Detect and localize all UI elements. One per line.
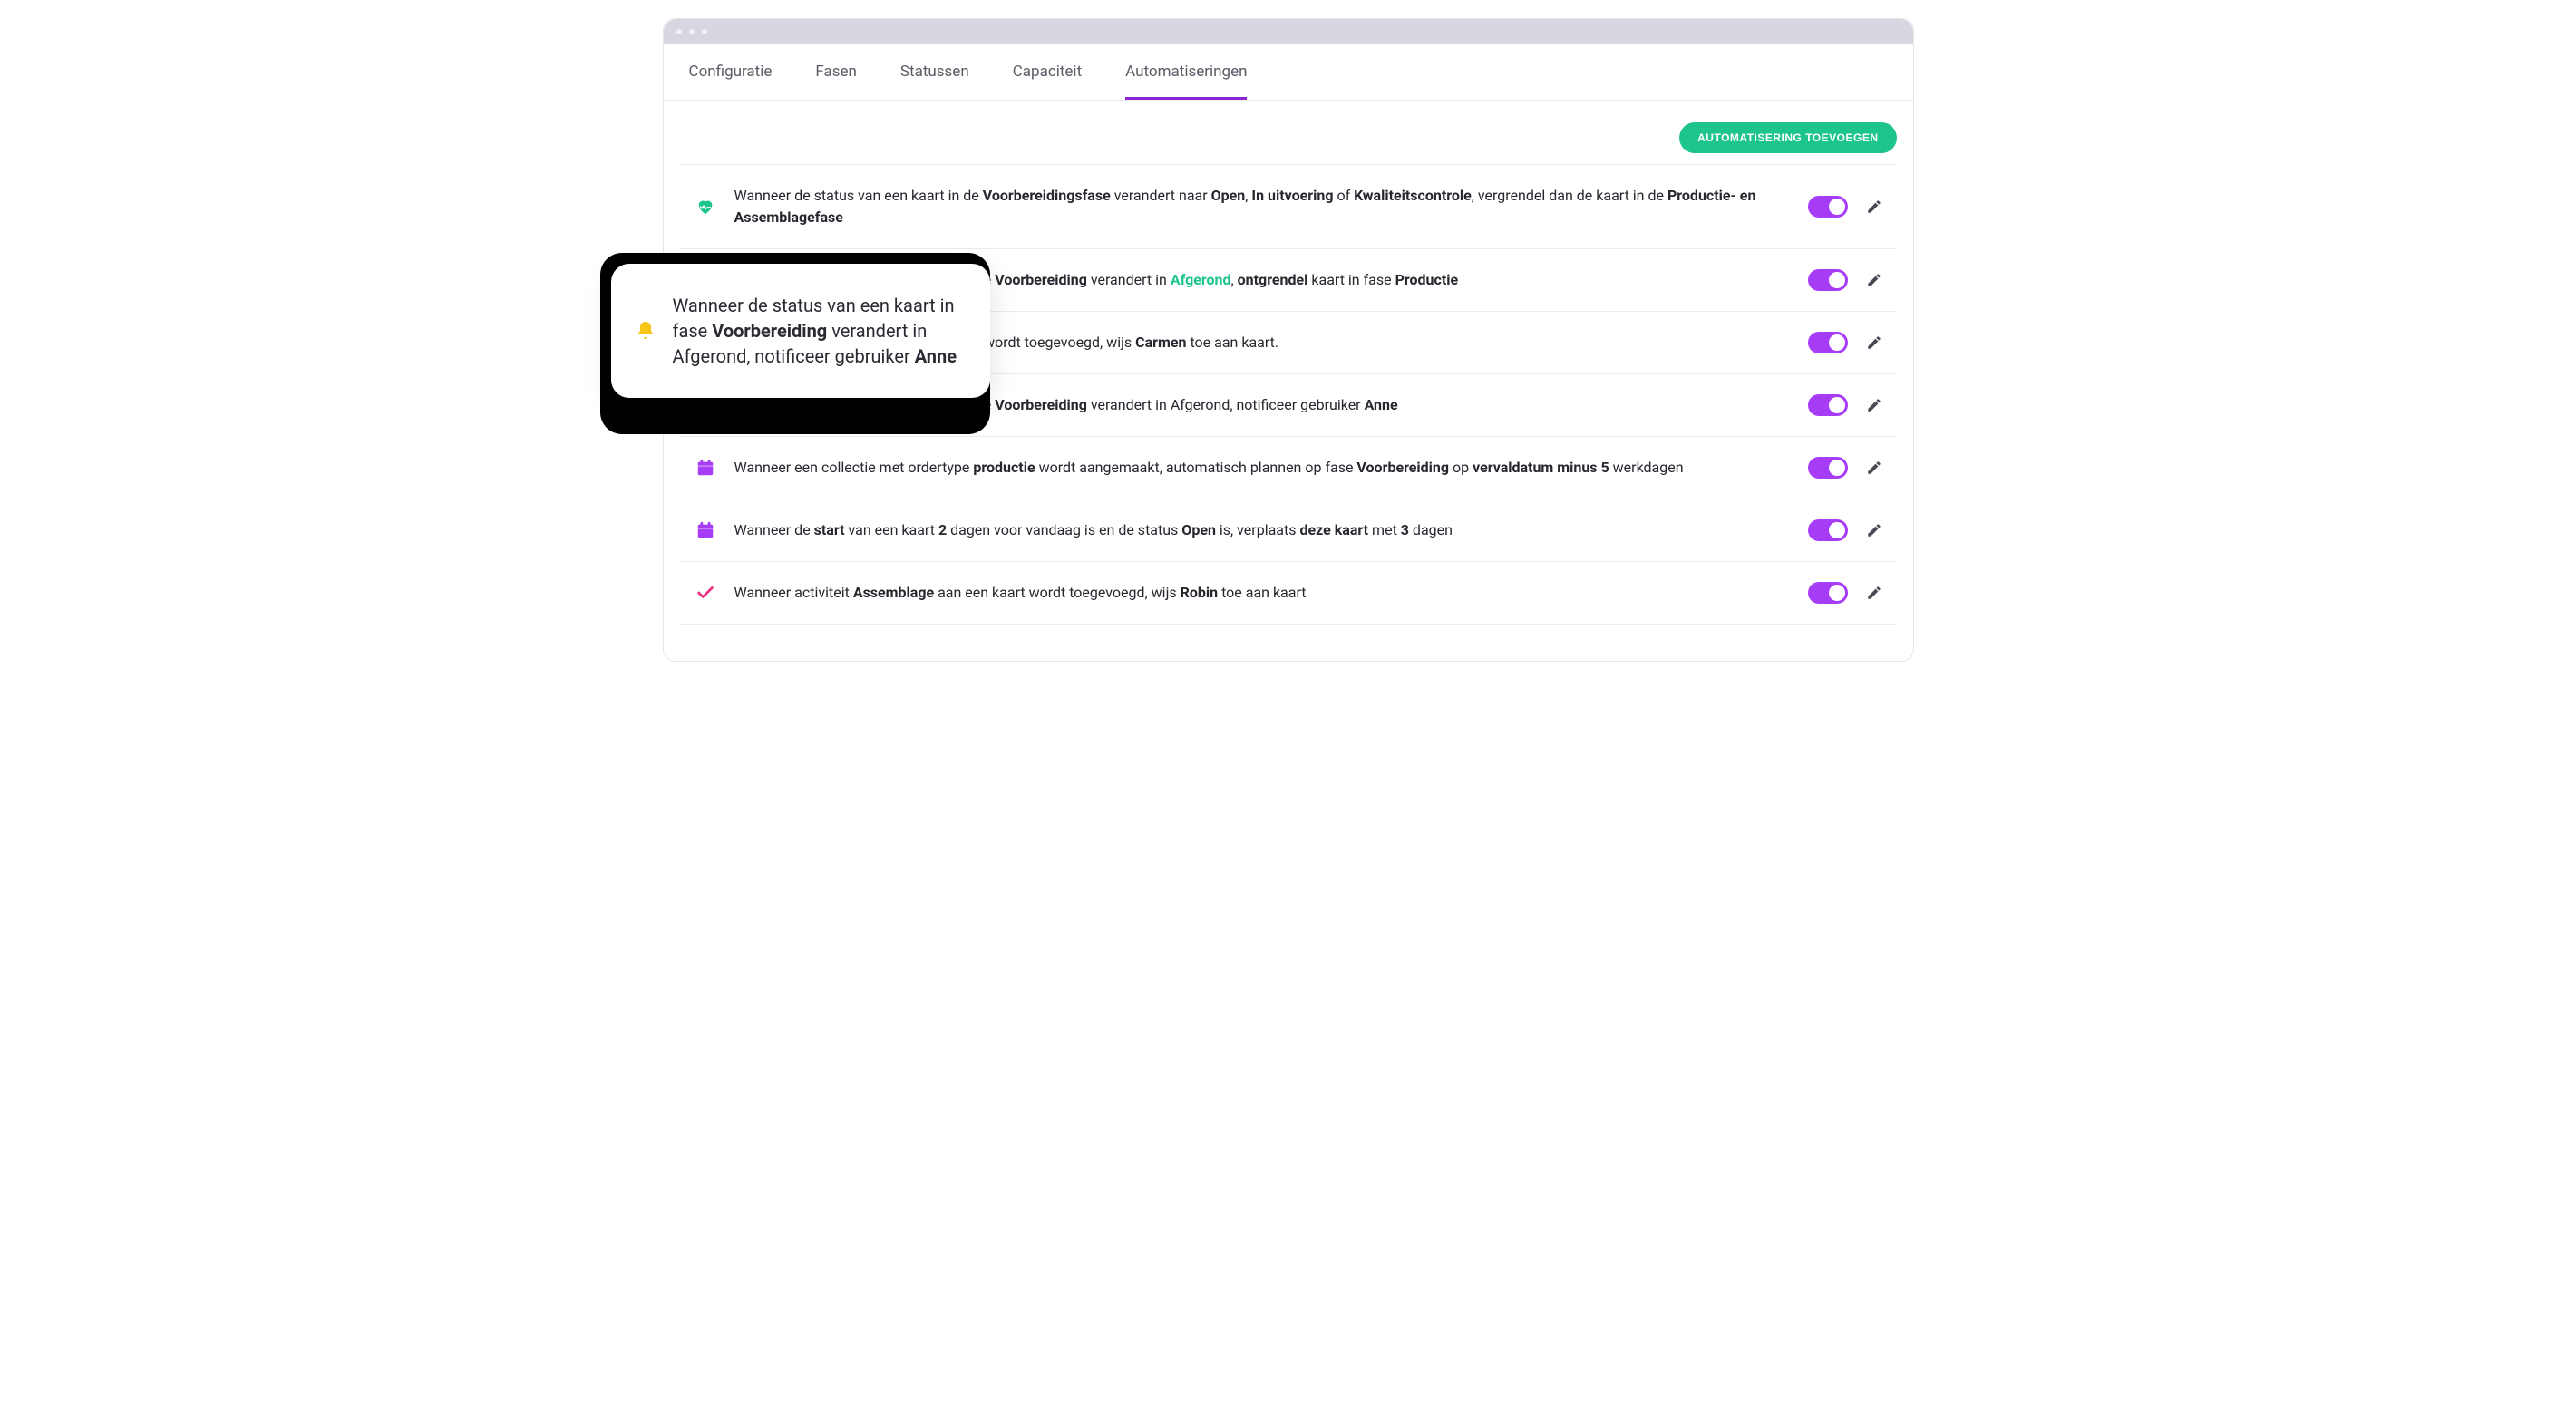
text-segment: Carmen bbox=[1135, 334, 1186, 351]
rule-description: Wanneer een collectie met ordertype prod… bbox=[734, 457, 1790, 479]
pencil-icon[interactable] bbox=[1866, 199, 1882, 215]
text-segment: Anne bbox=[915, 345, 957, 367]
pencil-icon[interactable] bbox=[1866, 522, 1882, 538]
text-segment: vervaldatum minus 5 bbox=[1473, 459, 1609, 476]
rule-enabled-toggle[interactable] bbox=[1808, 196, 1848, 218]
check-icon bbox=[695, 583, 716, 603]
text-segment: Anne bbox=[1365, 396, 1398, 413]
text-segment: of bbox=[1333, 187, 1354, 204]
traffic-dot bbox=[702, 29, 707, 34]
text-segment: toe aan kaart. bbox=[1187, 334, 1279, 351]
text-segment: deze kaart bbox=[1299, 521, 1368, 538]
text-segment: is, verplaats bbox=[1216, 521, 1300, 538]
automation-rule-row: Wanneer de status van een kaart in de Vo… bbox=[680, 164, 1897, 249]
text-segment: verandert naar bbox=[1111, 187, 1211, 204]
text-segment: dagen voor vandaag is en de status bbox=[947, 521, 1181, 538]
text-segment: Voorbereidingsfase bbox=[983, 187, 1111, 204]
bell-icon bbox=[635, 319, 656, 343]
pencil-icon[interactable] bbox=[1866, 460, 1882, 476]
toolbar: AUTOMATISERING TOEVOEGEN bbox=[664, 101, 1913, 164]
text-segment: Assemblage bbox=[853, 584, 934, 601]
text-segment: ontgrendel bbox=[1238, 271, 1308, 288]
text-segment: Voorbereiding bbox=[1356, 459, 1449, 476]
automation-rule-row: Wanneer de start van een kaart 2 dagen v… bbox=[680, 499, 1897, 562]
pencil-icon[interactable] bbox=[1866, 272, 1882, 288]
rule-description: Wanneer activiteit Assemblage aan een ka… bbox=[734, 582, 1790, 604]
heart-icon bbox=[695, 197, 716, 217]
text-segment: Afgerond bbox=[1171, 271, 1231, 288]
text-segment: Voorbereiding bbox=[995, 396, 1087, 413]
text-segment: Open bbox=[1181, 521, 1216, 538]
add-automation-button[interactable]: AUTOMATISERING TOEVOEGEN bbox=[1679, 122, 1896, 153]
automation-rule-row: Wanneer een collectie met ordertype prod… bbox=[680, 437, 1897, 499]
text-segment: Robin bbox=[1181, 584, 1218, 601]
text-segment: Productie bbox=[1395, 271, 1459, 288]
tab-configuratie[interactable]: Configuratie bbox=[689, 63, 773, 100]
automation-popup: Wanneer de status van een kaart in fase … bbox=[611, 264, 990, 398]
text-segment: aan een kaart wordt toegevoegd, wijs bbox=[934, 584, 1181, 601]
text-segment: Wanneer een collectie met ordertype bbox=[734, 459, 974, 476]
window-titlebar bbox=[664, 19, 1913, 44]
text-segment: Open bbox=[1211, 187, 1246, 204]
app-window: Configuratie Fasen Statussen Capaciteit Auto… bbox=[663, 18, 1914, 662]
tab-statussen[interactable]: Statussen bbox=[900, 63, 969, 100]
rule-enabled-toggle[interactable] bbox=[1808, 457, 1848, 479]
text-segment: dagen bbox=[1409, 521, 1453, 538]
automation-rule-row: Wanneer activiteit Assemblage aan een ka… bbox=[680, 562, 1897, 625]
pencil-icon[interactable] bbox=[1866, 334, 1882, 351]
rule-description: Wanneer de status van een kaart in de Vo… bbox=[734, 185, 1790, 228]
calendar-icon bbox=[695, 520, 716, 540]
text-segment: , bbox=[1231, 271, 1238, 288]
text-segment: Wanneer de status van een kaart in de bbox=[734, 187, 983, 204]
popup-text: Wanneer de status van een kaart in fase … bbox=[673, 293, 963, 369]
tab-fasen[interactable]: Fasen bbox=[815, 63, 857, 100]
tab-automatiseringen[interactable]: Automatiseringen bbox=[1125, 63, 1247, 100]
text-segment: 2 bbox=[938, 521, 947, 538]
text-segment: toe aan kaart bbox=[1218, 584, 1306, 601]
text-segment: op bbox=[1449, 459, 1473, 476]
text-segment: In uitvoering bbox=[1251, 187, 1333, 204]
text-segment: Wanneer de bbox=[734, 521, 814, 538]
tabs-bar: Configuratie Fasen Statussen Capaciteit Auto… bbox=[664, 44, 1913, 101]
text-segment: verandert in Afgerond, notificeer gebrui… bbox=[1087, 396, 1365, 413]
tab-capaciteit[interactable]: Capaciteit bbox=[1013, 63, 1082, 100]
text-segment: start bbox=[814, 521, 845, 538]
pencil-icon[interactable] bbox=[1866, 397, 1882, 413]
text-segment: 3 bbox=[1401, 521, 1409, 538]
rule-description: Wanneer de start van een kaart 2 dagen v… bbox=[734, 519, 1790, 541]
text-segment: Voorbereiding bbox=[712, 320, 827, 342]
calendar-icon bbox=[695, 458, 716, 478]
rule-enabled-toggle[interactable] bbox=[1808, 394, 1848, 416]
text-segment: Voorbereiding bbox=[995, 271, 1087, 288]
pencil-icon[interactable] bbox=[1866, 585, 1882, 601]
text-segment: werkdagen bbox=[1609, 459, 1684, 476]
rule-enabled-toggle[interactable] bbox=[1808, 519, 1848, 541]
text-segment: verandert in bbox=[1087, 271, 1171, 288]
traffic-dot bbox=[689, 29, 695, 34]
text-segment: kaart in fase bbox=[1307, 271, 1395, 288]
text-segment: Wanneer activiteit bbox=[734, 584, 853, 601]
text-segment: Kwaliteitscontrole bbox=[1354, 187, 1472, 204]
rule-enabled-toggle[interactable] bbox=[1808, 582, 1848, 604]
text-segment: , vergrendel dan de kaart in de bbox=[1472, 187, 1667, 204]
text-segment: van een kaart bbox=[845, 521, 938, 538]
text-segment: wordt aangemaakt, automatisch plannen op… bbox=[1035, 459, 1357, 476]
text-segment: met bbox=[1368, 521, 1401, 538]
rule-enabled-toggle[interactable] bbox=[1808, 332, 1848, 354]
traffic-dot bbox=[676, 29, 682, 34]
rule-enabled-toggle[interactable] bbox=[1808, 269, 1848, 291]
text-segment: productie bbox=[973, 459, 1035, 476]
